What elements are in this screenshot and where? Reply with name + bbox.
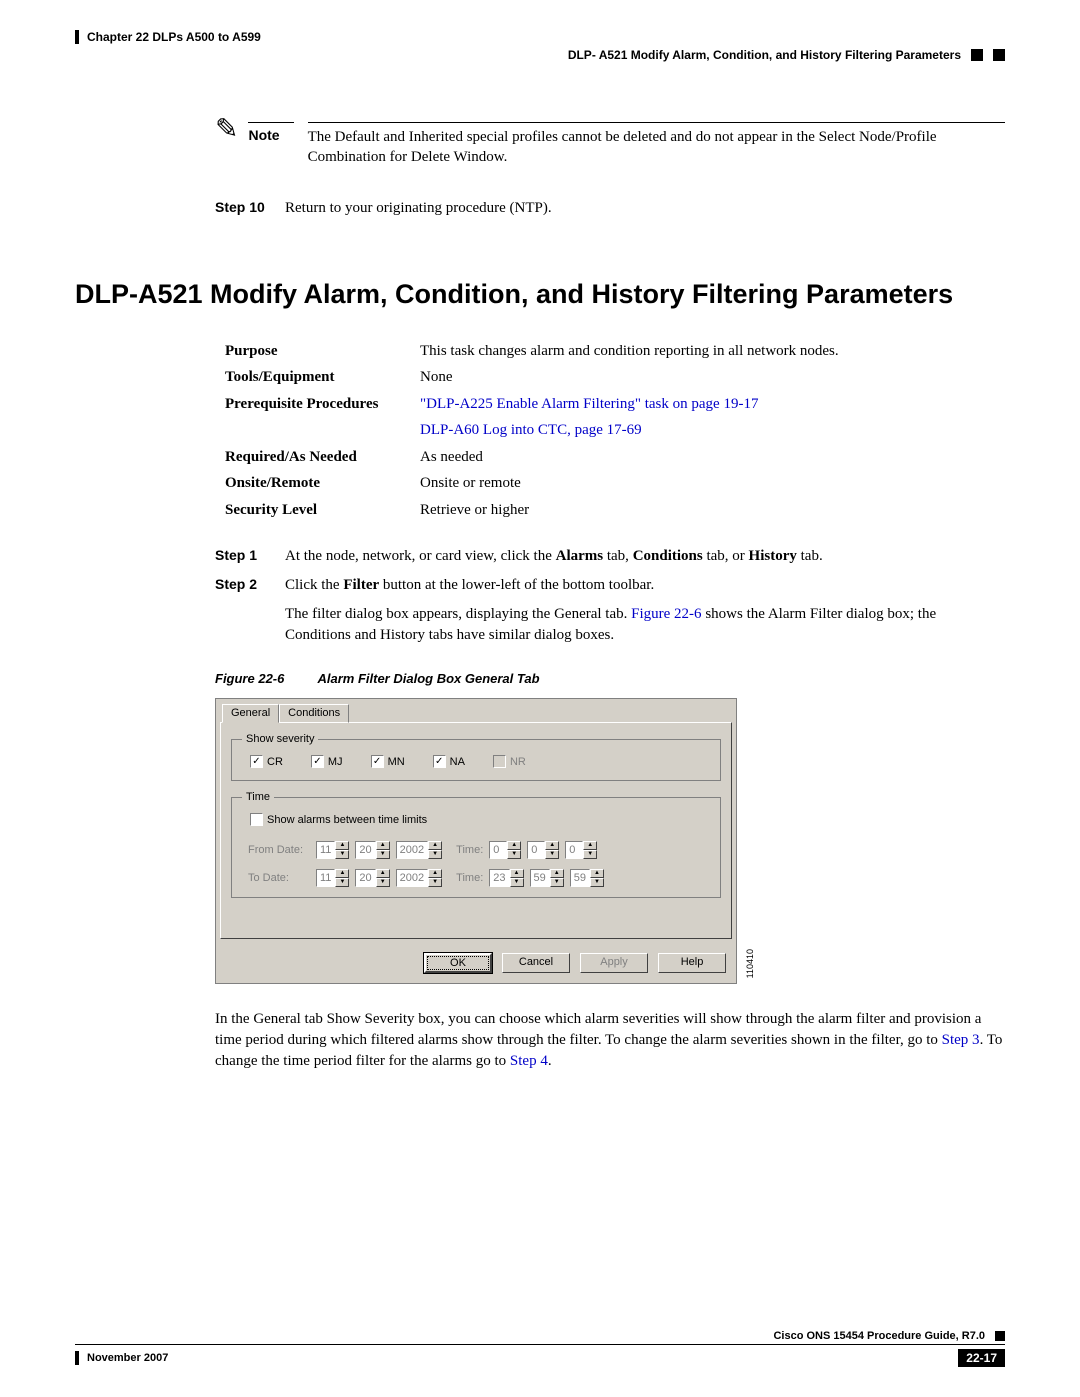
to-time-label: Time: (456, 872, 483, 884)
alarm-filter-dialog: General Conditions Show severity ✓CR ✓MJ… (215, 698, 737, 984)
from-time-label: Time: (456, 844, 483, 856)
onsite-label: Onsite/Remote (225, 472, 420, 495)
checkbox-na[interactable]: ✓NA (433, 755, 465, 768)
purpose-value: This task changes alarm and condition re… (420, 340, 839, 363)
help-button[interactable]: Help (658, 953, 726, 973)
info-table: Purpose This task changes alarm and cond… (225, 340, 1005, 522)
ok-button[interactable]: OK (424, 953, 492, 973)
prereq-link-1[interactable]: "DLP-A225 Enable Alarm Filtering" task o… (420, 393, 758, 416)
figure-ref-link[interactable]: Figure 22-6 (631, 606, 701, 622)
step-2-text: Click the Filter button at the lower-lef… (285, 575, 1005, 596)
note-text: The Default and Inherited special profil… (308, 122, 1005, 168)
to-min-spinner[interactable]: 59▲▼ (530, 869, 564, 887)
footer-rule (75, 1344, 1005, 1346)
footer-book-title: Cisco ONS 15454 Procedure Guide, R7.0 (773, 1330, 985, 1342)
blank-label (225, 419, 420, 442)
severity-legend: Show severity (242, 733, 318, 745)
severity-group: Show severity ✓CR ✓MJ ✓MN ✓NA NR (231, 733, 721, 781)
figure-id: 110410 (745, 949, 755, 978)
step-2-body: The filter dialog box appears, displayin… (285, 604, 1005, 646)
page-number: 22-17 (958, 1349, 1005, 1367)
cancel-button[interactable]: Cancel (502, 953, 570, 973)
figure-number: Figure 22-6 (215, 671, 284, 686)
required-value: As needed (420, 446, 483, 469)
tab-general[interactable]: General (222, 704, 279, 723)
from-month-spinner[interactable]: 11▲▼ (316, 841, 349, 859)
footer-date: November 2007 (87, 1352, 168, 1364)
time-legend: Time (242, 791, 274, 803)
from-date-label: From Date: (248, 844, 310, 856)
pencil-icon: ✎ (215, 112, 238, 146)
checkbox-mj[interactable]: ✓MJ (311, 755, 343, 768)
prereq-label: Prerequisite Procedures (225, 393, 420, 416)
tools-value: None (420, 366, 453, 389)
spin-up-icon[interactable]: ▲ (335, 841, 349, 850)
to-hour-spinner[interactable]: 23▲▼ (489, 869, 523, 887)
chapter-label: Chapter 22 DLPs A500 to A599 (87, 30, 261, 44)
to-year-spinner[interactable]: 2002▲▼ (396, 869, 442, 887)
security-label: Security Level (225, 499, 420, 522)
note-label: Note (248, 122, 293, 143)
section-heading: DLP-A521 Modify Alarm, Condition, and Hi… (75, 279, 1005, 310)
security-value: Retrieve or higher (420, 499, 529, 522)
required-label: Required/As Needed (225, 446, 420, 469)
apply-button[interactable]: Apply (580, 953, 648, 973)
tab-conditions[interactable]: Conditions (279, 704, 349, 723)
step-3-link[interactable]: Step 3 (942, 1032, 980, 1048)
footer-bar (75, 1351, 79, 1365)
from-hour-spinner[interactable]: 0▲▼ (489, 841, 521, 859)
to-sec-spinner[interactable]: 59▲▼ (570, 869, 604, 887)
from-min-spinner[interactable]: 0▲▼ (527, 841, 559, 859)
to-day-spinner[interactable]: 20▲▼ (355, 869, 389, 887)
step-1-text: At the node, network, or card view, clic… (285, 546, 1005, 567)
checkbox-time-limits[interactable]: Show alarms between time limits (250, 813, 427, 826)
header-square-1 (971, 49, 983, 61)
checkbox-cr[interactable]: ✓CR (250, 755, 283, 768)
checkbox-nr: NR (493, 755, 526, 768)
onsite-value: Onsite or remote (420, 472, 521, 495)
time-group: Time Show alarms between time limits Fro… (231, 791, 721, 898)
figure-title: Alarm Filter Dialog Box General Tab (318, 671, 540, 686)
step-10-label: Step 10 (215, 198, 285, 219)
from-sec-spinner[interactable]: 0▲▼ (565, 841, 597, 859)
header-subtitle: DLP- A521 Modify Alarm, Condition, and H… (568, 48, 961, 62)
header-bar (75, 30, 79, 44)
purpose-label: Purpose (225, 340, 420, 363)
to-date-label: To Date: (248, 872, 310, 884)
header-square-2 (993, 49, 1005, 61)
step-10-text: Return to your originating procedure (NT… (285, 198, 1005, 219)
step-4-link[interactable]: Step 4 (510, 1053, 548, 1069)
tools-label: Tools/Equipment (225, 366, 420, 389)
from-year-spinner[interactable]: 2002▲▼ (396, 841, 442, 859)
prereq-link-2[interactable]: DLP-A60 Log into CTC, page 17-69 (420, 419, 642, 442)
body-paragraph: In the General tab Show Severity box, yo… (215, 1009, 1005, 1072)
from-day-spinner[interactable]: 20▲▼ (355, 841, 389, 859)
footer-square (995, 1331, 1005, 1341)
step-2-label: Step 2 (215, 575, 285, 596)
step-1-label: Step 1 (215, 546, 285, 567)
checkbox-mn[interactable]: ✓MN (371, 755, 405, 768)
to-month-spinner[interactable]: 11▲▼ (316, 869, 349, 887)
spin-down-icon[interactable]: ▼ (335, 850, 349, 859)
